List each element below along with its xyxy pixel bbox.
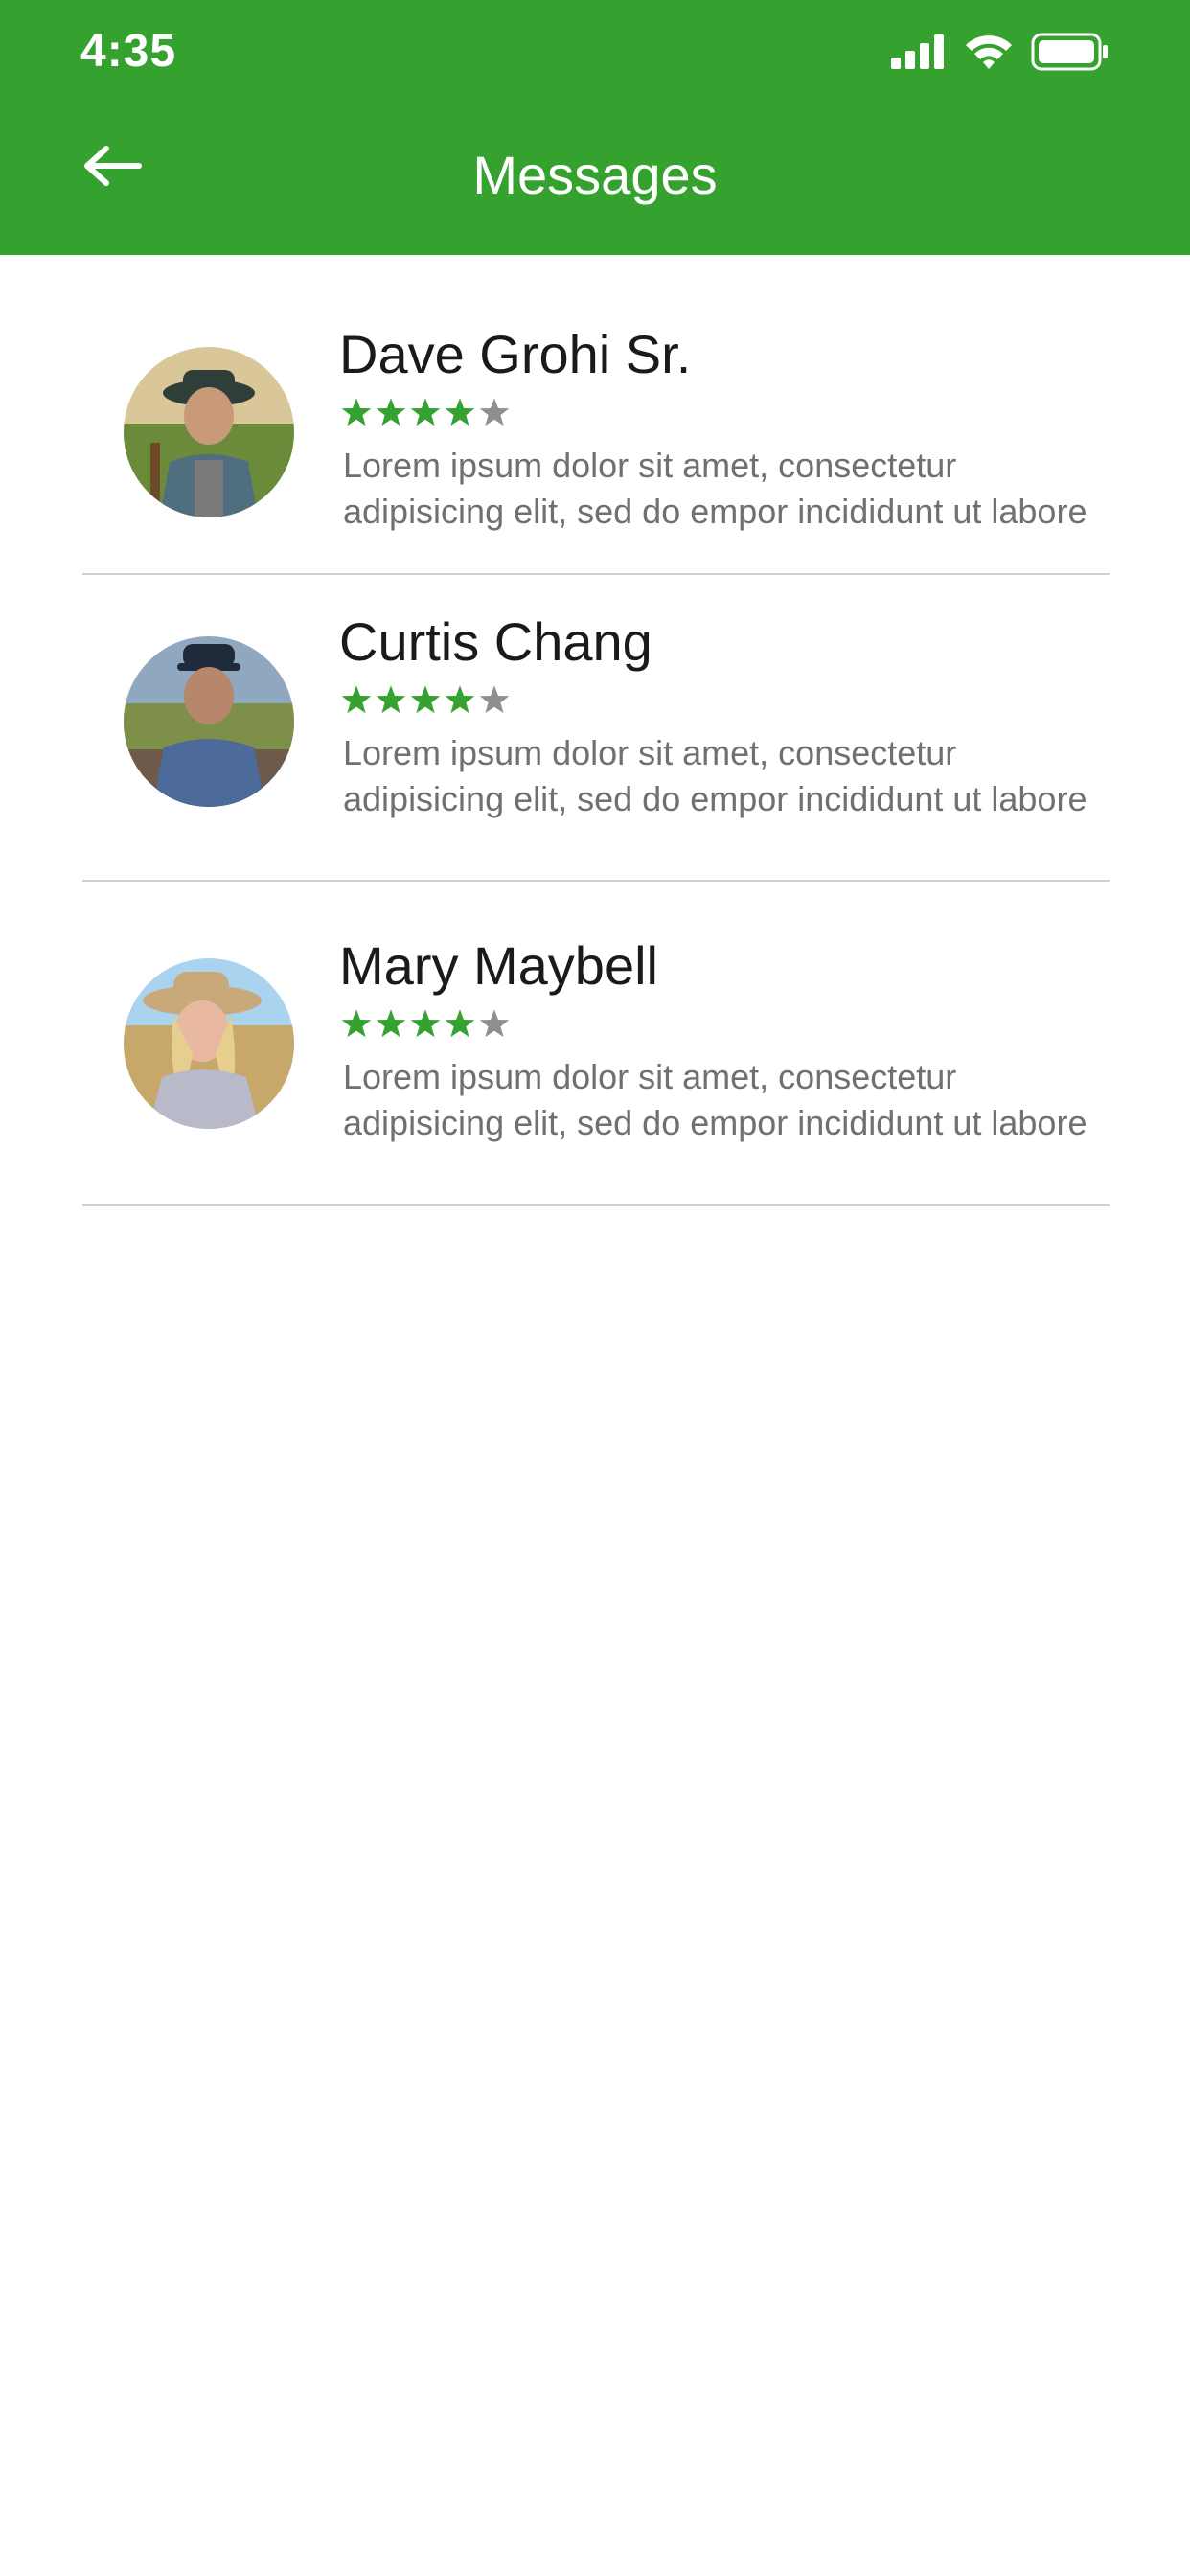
message-item[interactable]: Dave Grohi Sr. Lorem ipsum dolor sit ame… xyxy=(82,255,1110,575)
message-item[interactable]: Curtis Chang Lorem ipsum dolor sit amet,… xyxy=(82,575,1110,882)
star-icon xyxy=(341,1008,372,1039)
star-rating xyxy=(341,397,510,427)
star-icon xyxy=(445,1008,475,1039)
star-empty-icon xyxy=(479,397,510,427)
star-icon xyxy=(410,1008,441,1039)
star-rating xyxy=(341,684,510,715)
status-time: 4:35 xyxy=(80,26,177,77)
star-icon xyxy=(341,397,372,427)
app-header: 4:35 Messages xyxy=(0,0,1190,255)
wifi-icon xyxy=(964,34,1014,75)
contact-name: Mary Maybell xyxy=(339,935,658,996)
message-preview: Lorem ipsum dolor sit amet, consectetur … xyxy=(343,446,1087,531)
battery-icon xyxy=(1031,33,1110,76)
contact-name: Curtis Chang xyxy=(339,611,652,672)
star-empty-icon xyxy=(479,684,510,715)
page-title: Messages xyxy=(472,145,718,205)
star-icon xyxy=(410,684,441,715)
star-icon xyxy=(376,397,406,427)
contact-name: Dave Grohi Sr. xyxy=(339,324,692,384)
star-icon xyxy=(376,1008,406,1039)
message-item[interactable]: Mary Maybell Lorem ipsum dolor sit amet,… xyxy=(82,882,1110,1206)
star-empty-icon xyxy=(479,1008,510,1039)
star-icon xyxy=(410,397,441,427)
avatar xyxy=(124,347,294,518)
status-icons xyxy=(891,33,1110,75)
avatar xyxy=(124,636,294,807)
message-preview: Lorem ipsum dolor sit amet, consectetur … xyxy=(343,733,1087,818)
avatar xyxy=(124,958,294,1129)
star-icon xyxy=(445,684,475,715)
star-icon xyxy=(445,397,475,427)
star-rating xyxy=(341,1008,510,1039)
star-icon xyxy=(376,684,406,715)
message-preview: Lorem ipsum dolor sit amet, consectetur … xyxy=(343,1057,1087,1142)
star-icon xyxy=(341,684,372,715)
cellular-signal-icon xyxy=(891,34,947,74)
